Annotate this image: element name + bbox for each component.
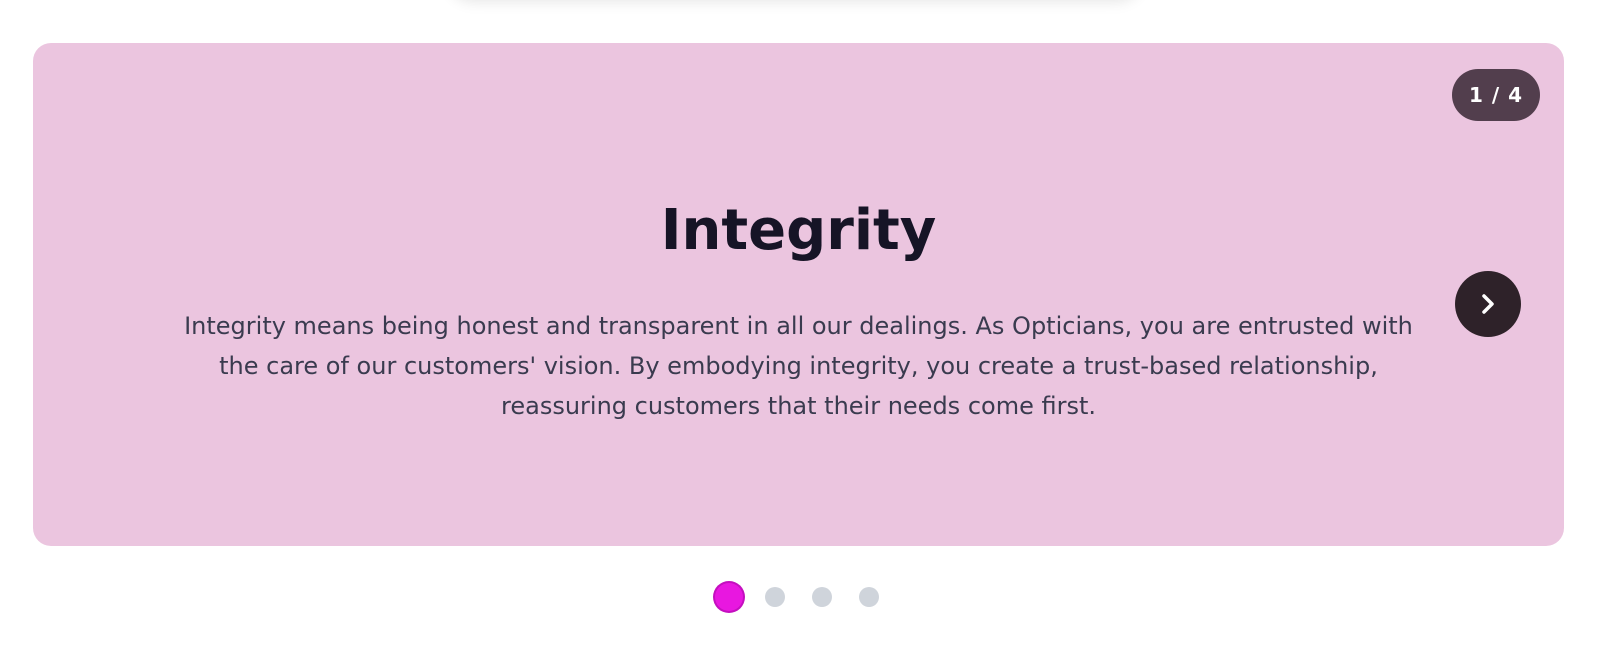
pagination-dot-4[interactable] (859, 587, 879, 607)
slide-description: Integrity means being honest and transpa… (184, 312, 1413, 420)
pagination-dot-2[interactable] (765, 587, 785, 607)
pagination-dot-1[interactable] (715, 583, 743, 611)
carousel-pagination (0, 583, 1600, 615)
chevron-right-icon (1477, 293, 1499, 315)
carousel-slide: 1 / 4 Integrity Integrity means being ho… (33, 43, 1564, 546)
slide-title: Integrity (660, 198, 937, 263)
next-slide-button[interactable] (1455, 271, 1521, 337)
slide-counter: 1 / 4 (1452, 69, 1540, 121)
pagination-dot-3[interactable] (812, 587, 832, 607)
